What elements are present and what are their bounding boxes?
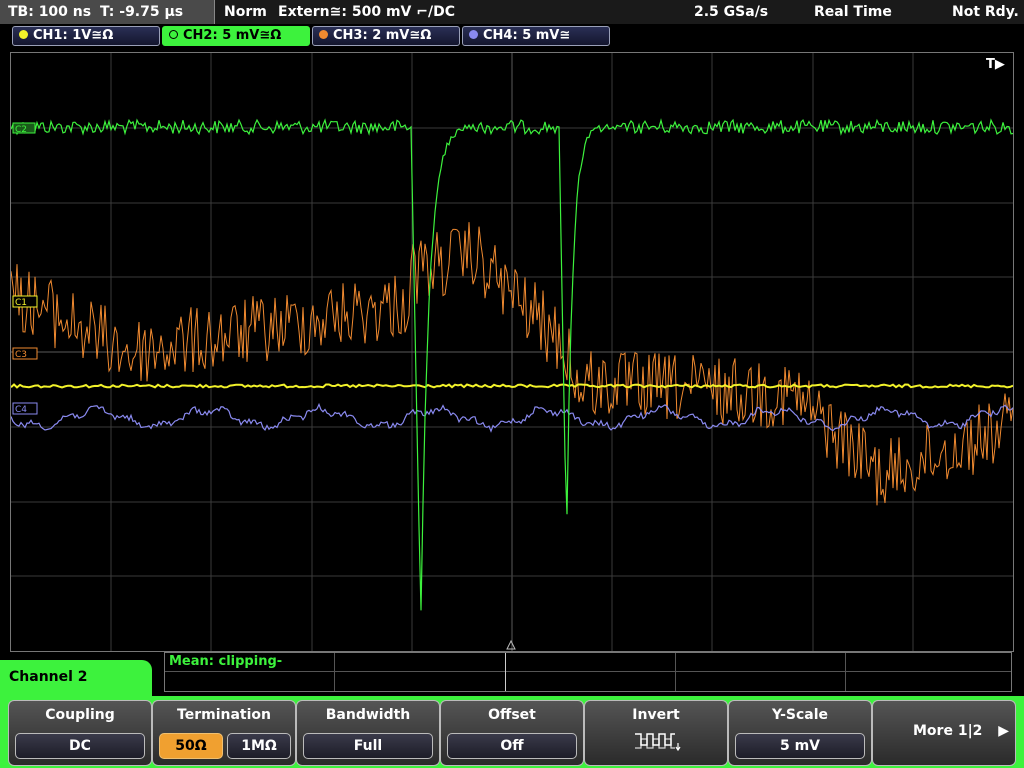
- waveform-display[interactable]: C2 C1 C3 C4 T▶: [10, 52, 1014, 652]
- measurement-divider: [165, 671, 1011, 672]
- channel-2-label: CH2: 5 mV≅Ω: [183, 28, 282, 43]
- y-scale-title: Y-Scale: [771, 707, 828, 723]
- channel-2-dot-icon: [169, 30, 178, 39]
- measurement-mean: Mean: clipping-: [169, 654, 283, 669]
- termination-softkey[interactable]: Termination 50Ω 1MΩ: [152, 700, 296, 766]
- measurement-divider: [334, 653, 335, 691]
- trigger-mode[interactable]: Norm: [224, 4, 267, 20]
- channel-1-marker[interactable]: C1: [12, 295, 38, 308]
- offset-value[interactable]: Off: [447, 733, 577, 759]
- invert-softkey[interactable]: Invert: [584, 700, 728, 766]
- channel-1-marker-label: C1: [15, 298, 27, 308]
- measurement-divider: [845, 653, 846, 691]
- channel-1-tab[interactable]: CH1: 1V≅Ω: [12, 26, 160, 46]
- termination-50-ohm-option[interactable]: 50Ω: [159, 733, 223, 759]
- bandwidth-title: Bandwidth: [325, 707, 411, 723]
- menu-title-tab: Channel 2: [0, 660, 152, 696]
- acquisition-mode: Real Time: [814, 4, 892, 20]
- measurement-divider: [505, 653, 506, 691]
- bandwidth-softkey[interactable]: Bandwidth Full: [296, 700, 440, 766]
- channel-4-marker-label: C4: [15, 405, 27, 415]
- y-scale-softkey[interactable]: Y-Scale 5 mV: [728, 700, 872, 766]
- channel-4-tab[interactable]: CH4: 5 mV≅: [462, 26, 610, 46]
- channel-3-marker[interactable]: C3: [12, 347, 38, 360]
- termination-title: Termination: [177, 707, 271, 723]
- measurement-panel: Mean: clipping-: [164, 652, 1012, 692]
- channel-3-dot-icon: [319, 30, 328, 39]
- channel-tabs: CH1: 1V≅Ω CH2: 5 mV≅Ω CH3: 2 mV≅Ω CH4: 5…: [0, 24, 1024, 50]
- trigger-source[interactable]: Extern≅: 500 mV ⌐/DC: [278, 4, 455, 20]
- bandwidth-value[interactable]: Full: [303, 733, 433, 759]
- right-arrow-icon: ▶: [998, 723, 1009, 739]
- termination-1m-ohm-option[interactable]: 1MΩ: [227, 733, 291, 759]
- y-scale-value[interactable]: 5 mV: [735, 733, 865, 759]
- sample-rate: 2.5 GSa/s: [694, 4, 769, 20]
- channel-4-marker[interactable]: C4: [12, 402, 38, 415]
- channel-3-label: CH3: 2 mV≅Ω: [333, 28, 432, 43]
- trigger-position-indicator: T▶: [986, 57, 1005, 72]
- timebase-value: TB: 100 ns: [8, 4, 92, 20]
- coupling-title: Coupling: [45, 707, 115, 723]
- invert-title: Invert: [632, 707, 680, 723]
- status-bar: TB: 100 ns T: -9.75 µs Norm Extern≅: 500…: [0, 0, 1024, 24]
- more-label: More 1|2: [913, 723, 983, 739]
- channel-2-marker-label: C2: [15, 125, 27, 135]
- channel-3-tab[interactable]: CH3: 2 mV≅Ω: [312, 26, 460, 46]
- offset-title: Offset: [488, 707, 536, 723]
- channel-1-label: CH1: 1V≅Ω: [33, 28, 114, 43]
- trigger-point-marker: [506, 639, 516, 650]
- waveform-canvas[interactable]: C2 C1 C3 C4 T▶: [11, 53, 1013, 651]
- trigger-time-value: T: -9.75 µs: [100, 4, 184, 20]
- channel-4-dot-icon: [469, 30, 478, 39]
- timebase-box[interactable]: TB: 100 ns T: -9.75 µs: [0, 0, 215, 24]
- channel-1-dot-icon: [19, 30, 28, 39]
- channel-4-label: CH4: 5 mV≅: [483, 28, 571, 43]
- graticule-grid: [11, 53, 1013, 651]
- offset-softkey[interactable]: Offset Off: [440, 700, 584, 766]
- coupling-value[interactable]: DC: [15, 733, 145, 759]
- channel-2-tab[interactable]: CH2: 5 mV≅Ω: [162, 26, 310, 46]
- inverted-square-wave-icon: [635, 733, 681, 752]
- more-softkey[interactable]: More 1|2 ▶: [872, 700, 1016, 766]
- channel-3-marker-label: C3: [15, 350, 27, 360]
- channel-2-marker[interactable]: C2: [12, 122, 36, 135]
- trigger-state: Not Rdy.: [952, 4, 1019, 20]
- measurement-divider: [675, 653, 676, 691]
- coupling-softkey[interactable]: Coupling DC: [8, 700, 152, 766]
- menu-title: Channel 2: [9, 669, 88, 685]
